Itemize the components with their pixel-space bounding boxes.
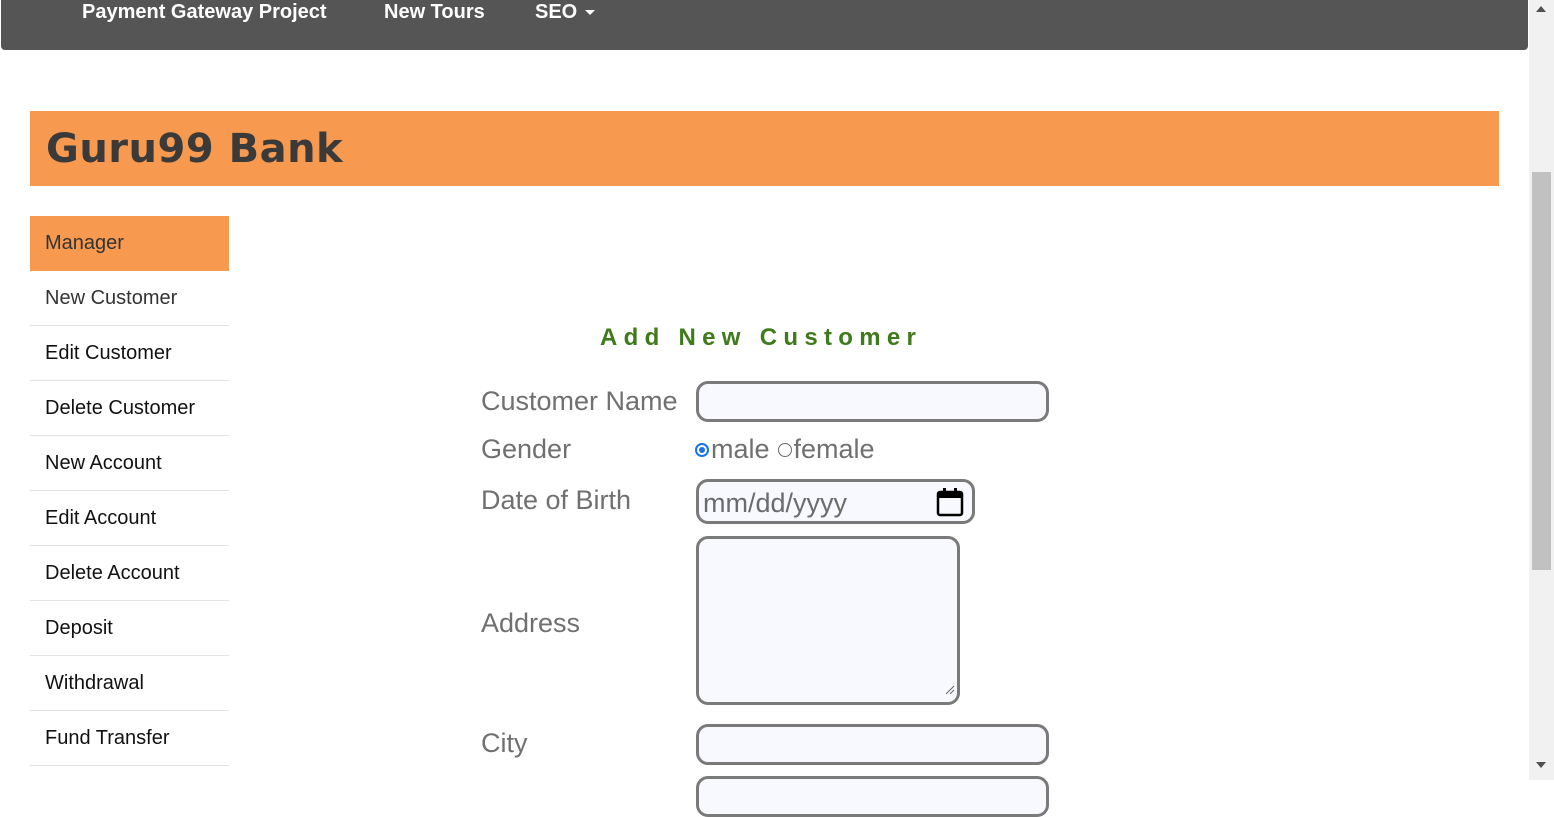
- city-label: City: [481, 728, 528, 758]
- address-label: Address: [481, 608, 581, 638]
- gender-male-radio[interactable]: [695, 442, 709, 457]
- sidebar-item-new-customer[interactable]: New Customer: [30, 271, 229, 326]
- form-title: Add New Customer: [600, 324, 923, 351]
- caret-down-icon: [585, 10, 596, 16]
- dob-label: Date of Birth: [481, 485, 632, 515]
- bank-banner: Guru99 Bank: [30, 111, 1499, 186]
- sidebar-menu: Manager New Customer Edit Customer Delet…: [30, 216, 229, 766]
- gender-label: Gender: [481, 434, 572, 464]
- sidebar-item-manager[interactable]: Manager: [30, 216, 229, 271]
- nav-payment-gateway-project[interactable]: Payment Gateway Project: [82, 0, 327, 24]
- address-textarea[interactable]: [696, 536, 960, 705]
- scroll-down-icon[interactable]: [1536, 762, 1546, 768]
- customer-name-input[interactable]: [696, 381, 1049, 422]
- dob-input[interactable]: mm/dd/yyyy: [696, 479, 975, 524]
- sidebar-item-edit-customer[interactable]: Edit Customer: [30, 326, 229, 381]
- top-navbar: Payment Gateway Project New Tours SEO: [1, 0, 1528, 50]
- nav-seo-dropdown[interactable]: SEO: [535, 0, 596, 24]
- scroll-up-icon[interactable]: [1536, 6, 1546, 12]
- sidebar-item-new-account[interactable]: New Account: [30, 436, 229, 491]
- gender-female-radio[interactable]: [777, 442, 792, 457]
- sidebar-item-deposit[interactable]: Deposit: [30, 601, 229, 656]
- gender-female-label: female: [793, 434, 875, 464]
- city-input[interactable]: [696, 724, 1049, 765]
- gender-radio-group: male female: [695, 434, 875, 465]
- brand-title: Guru99 Bank: [46, 126, 344, 172]
- sidebar-item-withdrawal[interactable]: Withdrawal: [30, 656, 229, 711]
- dob-placeholder: mm/dd/yyyy: [703, 488, 848, 518]
- page-scrollbar[interactable]: [1529, 0, 1554, 780]
- sidebar-item-edit-account[interactable]: Edit Account: [30, 491, 229, 546]
- customer-name-label: Customer Name: [481, 386, 678, 416]
- nav-seo-label: SEO: [535, 1, 578, 23]
- state-input[interactable]: [696, 776, 1049, 817]
- sidebar-item-delete-account[interactable]: Delete Account: [30, 546, 229, 601]
- gender-male-label: male: [711, 434, 770, 464]
- sidebar-item-delete-customer[interactable]: Delete Customer: [30, 381, 229, 436]
- resize-grip-icon[interactable]: [945, 682, 955, 700]
- sidebar-item-fund-transfer[interactable]: Fund Transfer: [30, 711, 229, 766]
- scroll-thumb[interactable]: [1532, 172, 1551, 570]
- nav-new-tours[interactable]: New Tours: [384, 0, 485, 24]
- calendar-icon[interactable]: [936, 487, 964, 522]
